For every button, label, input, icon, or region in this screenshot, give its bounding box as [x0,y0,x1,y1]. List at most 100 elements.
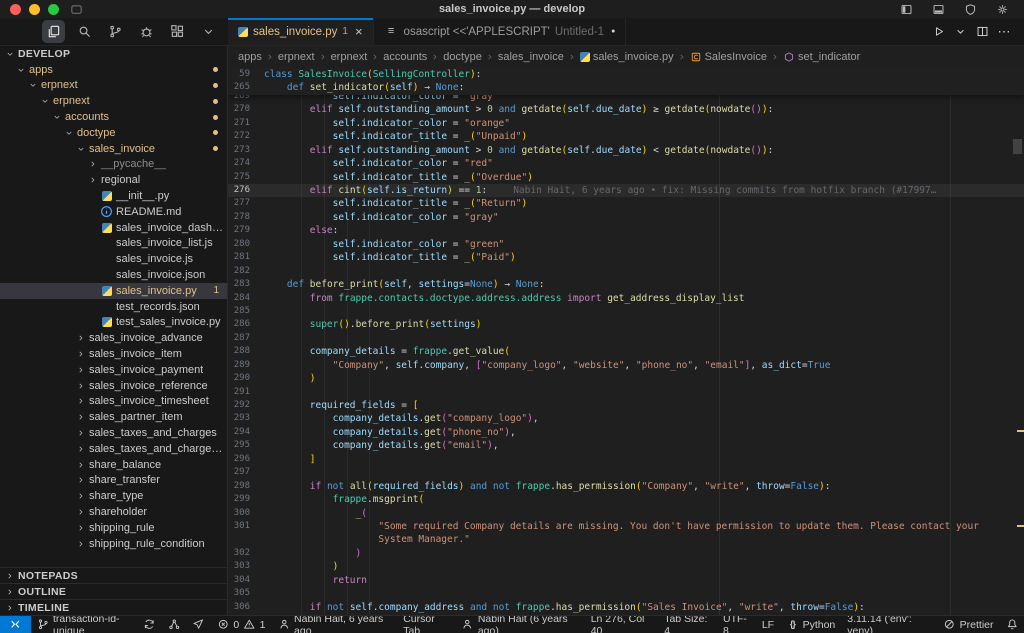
code-line[interactable]: 295 company_details.get("email"), [228,439,1024,452]
status-cursor-tab[interactable]: Cursor Tab [397,616,455,633]
code-line[interactable]: 276 elif cint(self.is_return) == 1:Nabin… [228,184,1024,197]
layout-sidebar-button[interactable] [896,0,916,19]
run-button[interactable] [928,22,948,42]
status-encoding[interactable]: UTF-8 [717,616,756,633]
activity-source-control-button[interactable] [104,20,127,43]
code-line[interactable]: 289 "Company", self.company, ["company_l… [228,359,1024,372]
code-line[interactable]: 304 return [228,574,1024,587]
layout-panel-button[interactable] [928,0,948,19]
tab-close-icon[interactable]: × [353,24,363,39]
status-sync-changes[interactable] [137,616,162,633]
code-line[interactable]: 301 "Some required Company details are m… [228,520,1024,533]
code-line[interactable]: 265 def set_indicator(self) → None: [228,81,1024,94]
code-line[interactable]: 283 def before_print(self, settings=None… [228,278,1024,291]
activity-extensions-button[interactable] [166,20,189,43]
code-line[interactable]: 281 self.indicator_title = _("Paid") [228,251,1024,264]
more-actions-button[interactable]: ⋯ [994,22,1014,42]
code-lines[interactable]: 269 self.indicator_color = "gray"270 eli… [228,95,1024,615]
tree-item-sales-invoice-js[interactable]: sales_invoice.js [0,251,227,267]
code-line[interactable]: 287 [228,332,1024,345]
tree-item-sales-invoice-payment[interactable]: sales_invoice_payment [0,362,227,378]
shield-button[interactable] [960,0,980,19]
tree-item-shipping-rule[interactable]: shipping_rule [0,520,227,536]
tree-item-sales-invoice-timesheet[interactable]: sales_invoice_timesheet [0,394,227,410]
breadcrumb-item[interactable]: apps [238,51,262,63]
tree-item-doctype[interactable]: doctype [0,125,227,141]
status-cursor-position[interactable]: Ln 276, Col 40 [585,616,659,633]
status-notifications[interactable] [1000,616,1024,633]
split-editor-button[interactable] [972,22,992,42]
status-blame-annotation[interactable]: Nabin Hait, 6 years ago [272,616,398,633]
code-line[interactable]: 270 elif self.outstanding_amount > 0 and… [228,103,1024,116]
tree-item--pycache-[interactable]: __pycache__ [0,157,227,173]
status-problems[interactable]: 01 [211,616,272,633]
tree-item-shipping-rule-condition[interactable]: shipping_rule_condition [0,536,227,552]
code-line[interactable]: 279 else: [228,224,1024,237]
code-line[interactable]: 278 self.indicator_color = "gray" [228,211,1024,224]
tree-item-test-sales-invoice-py[interactable]: test_sales_invoice.py [0,315,227,331]
code-line[interactable]: 272 self.indicator_title = _("Unpaid") [228,130,1024,143]
code-line[interactable]: 59class SalesInvoice(SellingController): [228,68,1024,81]
code-line[interactable]: 273 elif self.outstanding_amount > 0 and… [228,144,1024,157]
code-line[interactable]: 306 if not self.company_address and not … [228,601,1024,614]
code-line[interactable]: 285 [228,305,1024,318]
tree-item-sales-invoice-py[interactable]: sales_invoice.py1 [0,283,227,299]
code-line[interactable]: 307 frappe.msgprint( [228,614,1024,615]
code-line[interactable]: 293 company_details.get("company_logo"), [228,412,1024,425]
code-line[interactable]: 298 if not all(required_fields) and not … [228,480,1024,493]
tree-item-sales-taxes-and-charges[interactable]: sales_taxes_and_charges [0,425,227,441]
code-line[interactable]: 300 _( [228,507,1024,520]
breadcrumb-item[interactable]: doctype [443,51,482,63]
code-line[interactable]: 277 self.indicator_title = _("Return") [228,197,1024,210]
activity-explorer-files-button[interactable] [42,20,65,43]
tree-item--init-py[interactable]: __init__.py [0,188,227,204]
tree-item-share-transfer[interactable]: share_transfer [0,473,227,489]
code-line[interactable]: 274 self.indicator_color = "red" [228,157,1024,170]
tree-item-readme-md[interactable]: README.md [0,204,227,220]
code-line[interactable]: 299 frappe.msgprint( [228,493,1024,506]
code-line[interactable]: System Manager." [228,533,1024,546]
tree-item-sales-invoice-list-js[interactable]: sales_invoice_list.js [0,236,227,252]
tab-dirty-icon[interactable]: ● [609,28,615,35]
settings-gear-button[interactable] [992,0,1012,19]
tree-item-sales-invoice-item[interactable]: sales_invoice_item [0,346,227,362]
code-line[interactable]: 280 self.indicator_color = "green" [228,238,1024,251]
tree-item-regional[interactable]: regional [0,172,227,188]
tree-item-sales-taxes-and-charges-te-[interactable]: sales_taxes_and_charges_te… [0,441,227,457]
code-line[interactable]: 275 self.indicator_title = _("Overdue") [228,171,1024,184]
section-timeline[interactable]: TIMELINE [0,599,227,615]
tree-item-shareholder[interactable]: shareholder [0,504,227,520]
tab-osascript-applescript-[interactable]: ≡osascript <<'APPLESCRIPT'Untitled-1● [374,18,627,45]
tree-item-sales-invoice[interactable]: sales_invoice [0,141,227,157]
editor-pane[interactable]: appserpnexterpnextaccountsdoctypesales_i… [228,46,1024,615]
breadcrumb-item[interactable]: sales_invoice.py [580,51,674,63]
tree-item-sales-invoice-advance[interactable]: sales_invoice_advance [0,330,227,346]
status-python-interpreter[interactable]: 3.11.14 ('env': venv) [841,616,937,633]
tree-item-erpnext[interactable]: erpnext [0,78,227,94]
code-line[interactable]: 297 [228,466,1024,479]
code-line[interactable]: 269 self.indicator_color = "gray" [228,95,1024,104]
tree-item-test-records-json[interactable]: test_records.json [0,299,227,315]
section-notepads[interactable]: NOTEPADS [0,567,227,583]
code-line[interactable]: 302 ) [228,547,1024,560]
tree-item-accounts[interactable]: accounts [0,109,227,125]
tree-root[interactable]: DEVELOP [0,46,227,62]
status-prettier[interactable]: Prettier [937,616,999,633]
breadcrumb-item[interactable]: SalesInvoice [690,51,767,63]
status-eol-sequence[interactable]: LF [756,616,780,633]
tree-item-sales-invoice-reference[interactable]: sales_invoice_reference [0,378,227,394]
tree-item-sales-partner-item[interactable]: sales_partner_item [0,409,227,425]
code-line[interactable]: 290 ) [228,372,1024,385]
scrollbar-thumb[interactable] [1013,139,1022,154]
code-line[interactable]: 292 required_fields = [ [228,399,1024,412]
code-line[interactable]: 305 [228,587,1024,600]
breadcrumb-item[interactable]: sales_invoice [498,51,564,63]
tree-item-share-type[interactable]: share_type [0,488,227,504]
breadcrumb-item[interactable]: set_indicator [783,51,860,63]
code-line[interactable]: 294 company_details.get("phone_no"), [228,426,1024,439]
breadcrumb-item[interactable]: erpnext [331,51,368,63]
status-git-graph[interactable] [162,616,187,633]
section-outline[interactable]: OUTLINE [0,583,227,599]
breadcrumb-item[interactable]: erpnext [278,51,315,63]
code-line[interactable]: 282 [228,265,1024,278]
